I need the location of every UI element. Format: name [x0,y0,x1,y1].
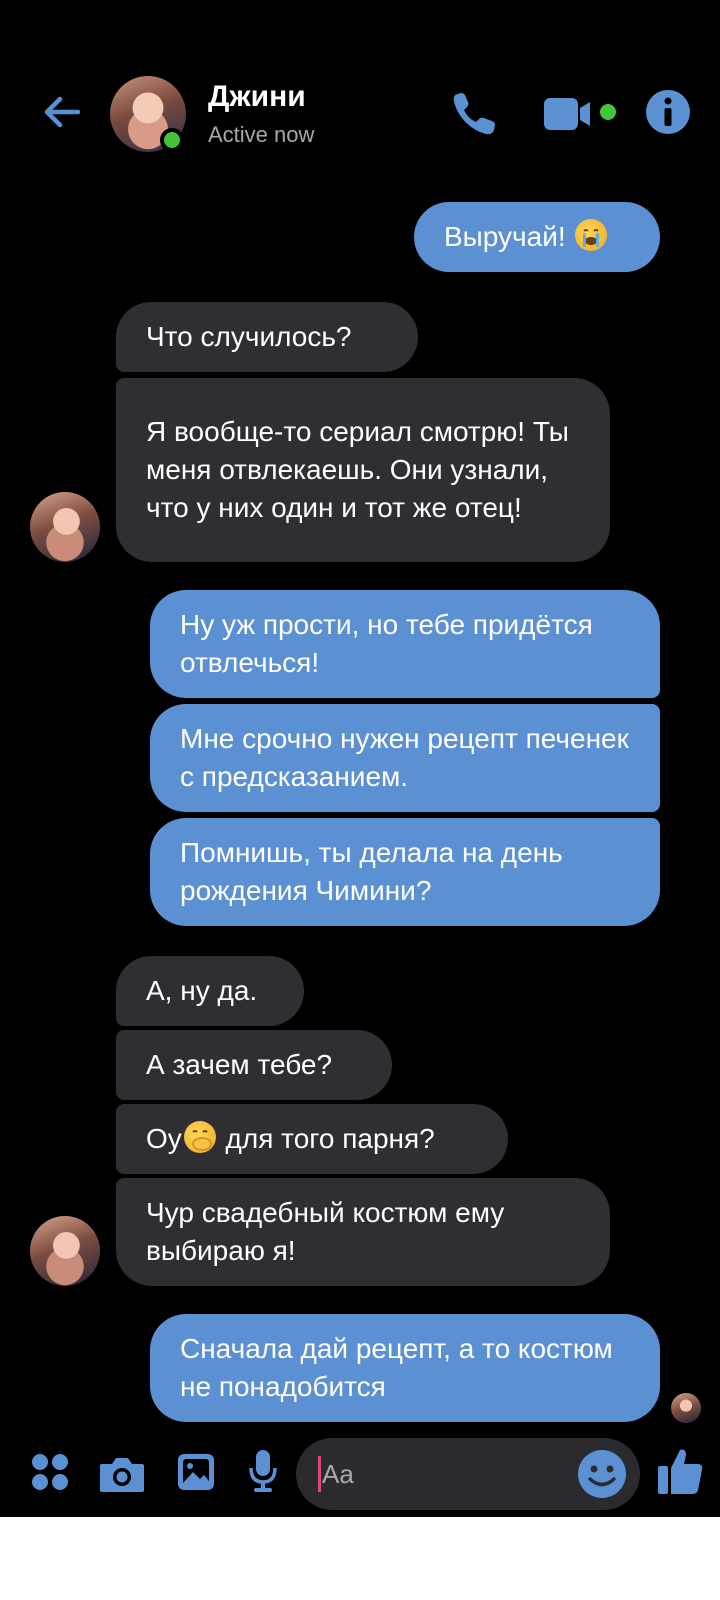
online-status-indicator [160,128,184,152]
outgoing-message[interactable]: Помнишь, ты делала на день рождения Чими… [150,818,660,926]
phone-icon[interactable] [448,88,500,140]
contact-avatar[interactable] [30,492,100,562]
emoji-icon[interactable] [576,1448,628,1500]
back-arrow-icon[interactable] [38,88,86,136]
incoming-message[interactable]: Что случилось? [116,302,418,372]
incoming-message[interactable]: А зачем тебе? [116,1030,392,1100]
message-input-container[interactable] [296,1438,640,1510]
incoming-message[interactable]: Я вообще-то сериал смотрю! Ты меня отвле… [116,378,610,562]
incoming-message[interactable]: А, ну да. [116,956,304,1026]
thumbs-up-icon[interactable] [656,1446,704,1496]
outgoing-message[interactable]: Мне срочно нужен рецепт печенек с предск… [150,704,660,812]
contact-avatar[interactable] [30,1216,100,1286]
chat-screen: Джини Active now Выручай! Что случилось? [0,0,720,1517]
apps-icon[interactable] [30,1452,70,1492]
message-input[interactable] [322,1438,562,1510]
info-icon[interactable] [644,88,692,136]
camera-icon[interactable] [98,1454,146,1494]
outgoing-message[interactable]: Ну уж прости, но тебе придётся отвлечься… [150,590,660,698]
crying-face-icon [575,219,608,251]
video-camera-icon[interactable] [544,94,622,134]
gallery-icon[interactable] [176,1452,216,1492]
seen-avatar [671,1393,701,1423]
hand-over-mouth-face-icon [183,1121,216,1153]
contact-status: Active now [208,122,315,147]
incoming-message[interactable]: Чур свадебный костюм ему выбираю я! [116,1178,610,1286]
outgoing-message[interactable]: Выручай! [414,202,660,272]
outgoing-message[interactable]: Сначала дай рецепт, а то костюм не понад… [150,1314,660,1422]
contact-name[interactable]: Джини [208,80,306,114]
text-cursor [318,1456,321,1492]
incoming-message[interactable]: Оу для того парня? [116,1104,508,1174]
microphone-icon[interactable] [248,1448,278,1494]
